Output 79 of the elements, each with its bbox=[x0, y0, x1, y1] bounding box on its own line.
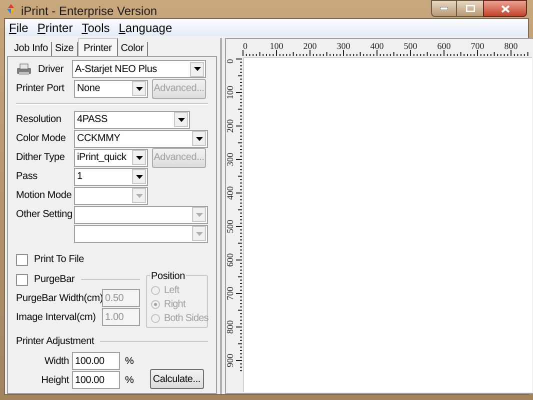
ruler-label: 900 bbox=[227, 354, 235, 368]
dropdown[interactable]: None bbox=[74, 80, 148, 98]
field-label: Height bbox=[40, 374, 70, 388]
field-label: Motion Mode bbox=[16, 190, 72, 201]
ruler-label: 0 bbox=[243, 41, 248, 51]
caret-icon bbox=[196, 212, 202, 216]
dropdown-arrow-button[interactable] bbox=[132, 81, 146, 96]
ruler-label: 500 bbox=[227, 220, 235, 234]
field-label: PurgeBar Width(cm) bbox=[16, 292, 103, 304]
ruler-label: 200 bbox=[227, 119, 235, 133]
checkbox-label: PurgeBar bbox=[34, 273, 75, 287]
menu-item[interactable]: Language bbox=[118, 18, 172, 36]
minimize-icon bbox=[440, 7, 448, 10]
caret-icon bbox=[136, 194, 142, 198]
caret-icon bbox=[196, 232, 202, 236]
ruler-label: 800 bbox=[504, 41, 518, 51]
field-label: Pass bbox=[16, 171, 38, 182]
field-label: Color Mode bbox=[16, 133, 66, 144]
calculate-button[interactable]: Calculate... bbox=[150, 369, 204, 389]
ruler-label: 600 bbox=[437, 41, 451, 51]
dropdown[interactable]: CCKMMY bbox=[74, 130, 208, 148]
unit-label: % bbox=[125, 374, 134, 388]
ruler-label: 800 bbox=[227, 320, 235, 334]
minimize-button[interactable] bbox=[431, 0, 457, 17]
caret-icon bbox=[194, 67, 200, 71]
dropdown[interactable]: 1 bbox=[74, 168, 148, 186]
field-label: Width bbox=[43, 354, 70, 368]
radio-label: Right bbox=[164, 298, 186, 312]
caret-icon bbox=[178, 118, 184, 122]
window-title: iPrint - Enterprise Version bbox=[21, 3, 158, 20]
ruler-label: 700 bbox=[470, 41, 484, 51]
close-icon bbox=[500, 4, 510, 12]
dropdown-arrow-button[interactable] bbox=[174, 112, 188, 127]
ruler-label: 700 bbox=[227, 286, 235, 300]
ruler-label: 200 bbox=[303, 41, 317, 51]
menu-item[interactable]: Tools bbox=[82, 18, 110, 36]
printer-icon bbox=[16, 62, 32, 76]
dropdown[interactable]: A-Starjet NEO Plus bbox=[72, 60, 206, 78]
dropdown[interactable]: 4PASS bbox=[74, 110, 190, 128]
ruler-label: 500 bbox=[404, 41, 418, 51]
ruler-label: 600 bbox=[227, 253, 235, 267]
caret-icon bbox=[196, 136, 202, 140]
tab[interactable]: Printer bbox=[78, 38, 118, 56]
checkbox-label: Print To File bbox=[34, 253, 84, 267]
radio-label: Both Sides bbox=[164, 312, 208, 326]
field-label: Driver bbox=[38, 64, 64, 74]
menu-item[interactable]: Printer bbox=[37, 18, 73, 36]
ruler-label: 400 bbox=[227, 186, 235, 200]
dropdown-arrow-button[interactable] bbox=[132, 169, 146, 184]
ruler-label: 0 bbox=[227, 59, 235, 64]
caret-icon bbox=[136, 86, 142, 90]
close-button[interactable] bbox=[483, 0, 527, 17]
ruler-label: 100 bbox=[227, 86, 235, 100]
input-field[interactable]: 100.00 bbox=[72, 352, 120, 370]
dropdown-arrow-button[interactable] bbox=[132, 150, 146, 165]
maximize-button[interactable] bbox=[457, 0, 483, 17]
ruler-label: 300 bbox=[336, 41, 350, 51]
field-label: Image Interval(cm) bbox=[16, 312, 96, 322]
ruler-label: 400 bbox=[370, 41, 384, 51]
menu-item[interactable]: File bbox=[9, 18, 28, 36]
radio-label: Left bbox=[164, 284, 180, 298]
ruler-label: 100 bbox=[270, 41, 284, 51]
caret-icon bbox=[136, 174, 142, 178]
caret-icon bbox=[136, 156, 142, 160]
field-label: Dither Type bbox=[16, 152, 65, 163]
checkbox[interactable] bbox=[16, 274, 28, 286]
input-field[interactable]: 100.00 bbox=[72, 371, 120, 389]
field-label: Printer Port bbox=[16, 83, 64, 94]
dropdown[interactable]: iPrint_quick bbox=[74, 148, 148, 166]
section-title: Printer Adjustment bbox=[16, 335, 94, 349]
ruler-label: 300 bbox=[227, 152, 235, 166]
restore-icon bbox=[466, 5, 474, 12]
field-label: Other Setting bbox=[16, 209, 72, 220]
app-icon bbox=[5, 3, 17, 15]
unit-label: % bbox=[125, 354, 134, 368]
dropdown-arrow-button[interactable] bbox=[190, 62, 204, 76]
checkbox[interactable] bbox=[16, 254, 28, 266]
dropdown-arrow-button[interactable] bbox=[192, 131, 206, 146]
field-label: Resolution bbox=[16, 114, 62, 125]
